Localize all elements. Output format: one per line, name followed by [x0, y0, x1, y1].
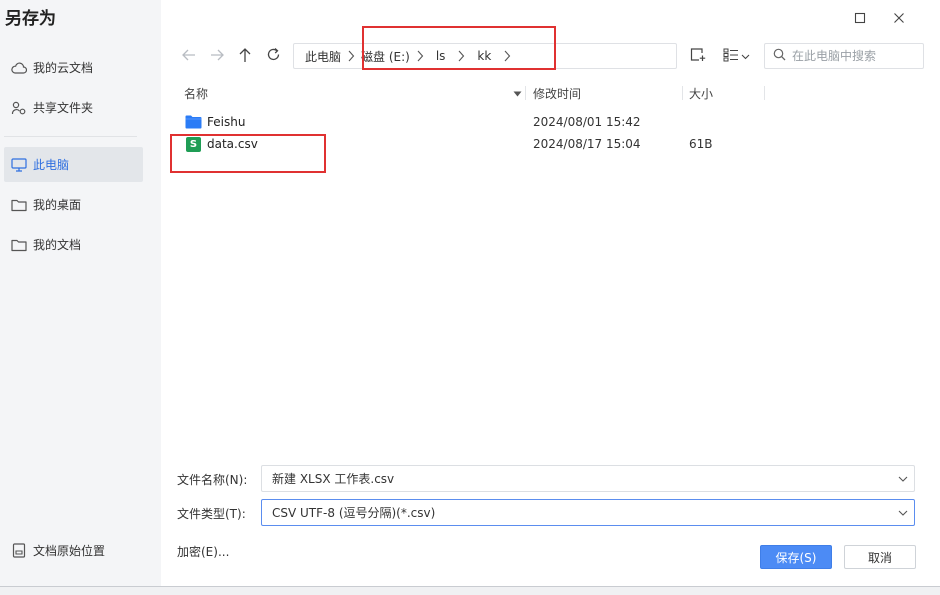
share-icon	[10, 99, 28, 117]
chevron-right-icon	[497, 50, 517, 62]
sidebar-item-my-docs[interactable]: 我的文档	[4, 227, 143, 262]
maximize-icon	[854, 12, 866, 27]
filetype-label: 文件类型(T):	[177, 506, 246, 521]
filename-value: 新建 XLSX 工作表.csv	[272, 472, 395, 486]
column-header-modified[interactable]: 修改时间	[533, 84, 581, 102]
up-button[interactable]	[233, 43, 257, 69]
sidebar-item-label: 此电脑	[33, 158, 70, 172]
file-name: data.csv	[207, 137, 258, 151]
sidebar-item-label: 我的文档	[33, 238, 82, 252]
computer-icon	[10, 156, 28, 174]
sidebar-item-shared-folder[interactable]: 共享文件夹	[4, 90, 143, 125]
sidebar-item-cloud-docs[interactable]: 我的云文档	[4, 50, 143, 85]
sidebar-divider	[4, 136, 137, 137]
sidebar: 另存为 我的云文档 共享文件夹 此电脑 我的桌面 我的文档 文档原始位置	[0, 0, 161, 586]
sidebar-item-label: 我的云文档	[33, 61, 94, 75]
breadcrumb-item-this-pc[interactable]: 此电脑	[305, 48, 341, 65]
file-size: 61B	[689, 137, 713, 151]
arrow-right-icon	[209, 48, 225, 65]
sidebar-item-label: 共享文件夹	[33, 101, 94, 115]
document-location-icon	[10, 542, 28, 560]
chevron-right-icon	[451, 50, 471, 62]
folder-icon	[185, 114, 202, 131]
column-separator	[682, 86, 683, 100]
refresh-button[interactable]	[261, 43, 285, 69]
filename-field[interactable]: 新建 XLSX 工作表.csv	[261, 465, 915, 492]
sidebar-item-desktop[interactable]: 我的桌面	[4, 187, 143, 222]
filetype-value: CSV UTF-8 (逗号分隔)(*.csv)	[272, 506, 436, 520]
close-icon	[893, 12, 905, 27]
background-window-strip	[0, 586, 940, 595]
breadcrumb-item-kk[interactable]: kk	[477, 49, 491, 63]
breadcrumb-item-ls[interactable]: ls	[436, 49, 446, 63]
arrow-up-icon	[238, 47, 252, 66]
cancel-button[interactable]: 取消	[844, 545, 916, 569]
file-name: Feishu	[207, 115, 246, 129]
dialog-title: 另存为	[5, 9, 56, 29]
list-view-icon	[723, 48, 739, 65]
file-row-data-csv[interactable]: S data.csv 2024/08/17 15:04 61B	[177, 133, 765, 155]
sidebar-footer-label: 文档原始位置	[33, 544, 106, 558]
column-header-size[interactable]: 大小	[689, 84, 713, 102]
chevron-down-icon	[741, 49, 750, 63]
sidebar-item-this-pc[interactable]: 此电脑	[4, 147, 143, 182]
column-separator	[525, 86, 526, 100]
file-name-cell: S data.csv	[185, 133, 258, 155]
column-separator	[764, 86, 765, 100]
close-button[interactable]	[887, 7, 911, 31]
save-button[interactable]: 保存(S)	[760, 545, 832, 569]
sort-descending-button[interactable]	[513, 84, 522, 102]
breadcrumb: 此电脑 磁盘 (E:) ls kk	[293, 43, 677, 69]
breadcrumb-item-disk-e[interactable]: 磁盘 (E:)	[361, 48, 410, 65]
arrow-left-icon	[181, 48, 197, 65]
search-icon	[773, 48, 786, 64]
encrypt-link[interactable]: 加密(E)...	[177, 542, 229, 560]
sidebar-item-label: 我的桌面	[33, 198, 82, 212]
folder-icon	[10, 196, 28, 214]
search-input[interactable]	[792, 49, 916, 63]
cloud-icon	[10, 59, 28, 77]
chevron-right-icon	[410, 50, 430, 62]
refresh-icon	[266, 47, 281, 65]
back-button[interactable]	[177, 43, 201, 69]
spreadsheet-file-icon: S	[185, 136, 202, 153]
forward-button[interactable]	[205, 43, 229, 69]
search-box	[764, 43, 924, 69]
new-folder-button[interactable]	[686, 43, 710, 69]
chevron-down-icon[interactable]	[892, 476, 914, 482]
folder-icon	[10, 236, 28, 254]
filename-label: 文件名称(N):	[177, 472, 248, 487]
maximize-button[interactable]	[848, 7, 872, 31]
chevron-right-icon	[341, 50, 361, 62]
save-as-dialog: 另存为 我的云文档 共享文件夹 此电脑 我的桌面 我的文档 文档原始位置 此电脑…	[0, 0, 940, 595]
file-name-cell: Feishu	[185, 111, 245, 133]
chevron-down-icon[interactable]	[892, 510, 914, 516]
new-folder-icon	[690, 47, 706, 65]
filetype-select[interactable]: CSV UTF-8 (逗号分隔)(*.csv)	[261, 499, 915, 526]
file-modified: 2024/08/17 15:04	[533, 137, 641, 151]
file-modified: 2024/08/01 15:42	[533, 115, 641, 129]
caret-down-icon	[513, 86, 522, 100]
sidebar-item-original-location[interactable]: 文档原始位置	[4, 533, 143, 568]
view-mode-button[interactable]	[719, 43, 753, 69]
file-row-feishu[interactable]: Feishu 2024/08/01 15:42	[177, 111, 765, 133]
column-header-name[interactable]: 名称	[184, 84, 208, 102]
